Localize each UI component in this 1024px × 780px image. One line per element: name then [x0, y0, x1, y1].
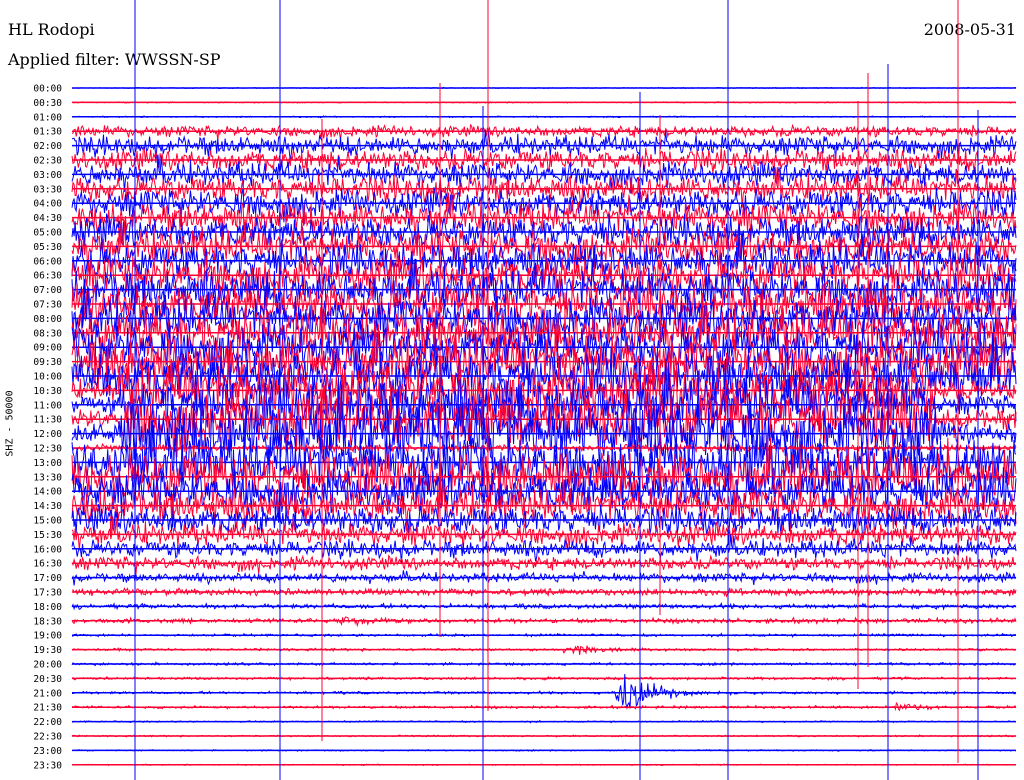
time-label: 00:30	[33, 98, 62, 109]
time-label: 06:00	[33, 256, 62, 267]
time-label: 21:00	[33, 688, 62, 699]
time-label: 19:30	[33, 645, 62, 656]
time-label: 04:30	[33, 213, 62, 224]
time-label: 21:30	[33, 703, 62, 714]
time-label: 02:00	[33, 141, 62, 152]
time-label: 04:00	[33, 199, 62, 210]
time-label: 20:30	[33, 674, 62, 685]
time-label: 06:30	[33, 271, 62, 282]
time-label: 17:00	[33, 573, 62, 584]
time-label: 08:00	[33, 314, 62, 325]
trace-line	[71, 123, 1017, 141]
time-label: 11:00	[33, 400, 62, 411]
time-label: 17:30	[33, 588, 62, 599]
time-label: 14:00	[33, 487, 62, 498]
time-label: 20:00	[33, 660, 62, 671]
time-label: 14:30	[33, 501, 62, 512]
time-label: 18:00	[33, 602, 62, 613]
time-label: 22:00	[33, 717, 62, 728]
time-label: 12:30	[33, 444, 62, 455]
trace-line	[71, 554, 1017, 575]
time-label: 05:00	[33, 228, 62, 239]
helicorder-plot: 00:00 00:30 01:00 01:30 02:00 02:30 03:00 03:30…	[33, 0, 1017, 780]
time-label: 19:00	[33, 631, 62, 642]
time-label: 01:30	[33, 127, 62, 138]
time-label: 16:00	[33, 544, 62, 555]
trace-rows	[71, 86, 1017, 767]
time-label: 09:00	[33, 343, 62, 354]
time-label: 16:30	[33, 559, 62, 570]
time-label: 23:30	[33, 760, 62, 771]
time-label: 10:00	[33, 372, 62, 383]
time-label: 08:30	[33, 328, 62, 339]
time-label: 02:30	[33, 156, 62, 167]
time-label: 11:30	[33, 415, 62, 426]
time-label: 12:00	[33, 429, 62, 440]
time-label: 00:00	[33, 84, 62, 95]
time-label: 18:30	[33, 616, 62, 627]
time-label: 05:30	[33, 242, 62, 253]
time-labels: 00:00 00:30 01:00 01:30 02:00 02:30 03:00 03:30…	[33, 84, 62, 772]
time-label: 03:00	[33, 170, 62, 181]
time-label: 10:30	[33, 386, 62, 397]
time-label: 07:30	[33, 300, 62, 311]
time-label: 23:00	[33, 746, 62, 757]
time-label: 03:30	[33, 184, 62, 195]
time-label: 15:00	[33, 516, 62, 527]
time-label: 13:00	[33, 458, 62, 469]
time-label: 13:30	[33, 472, 62, 483]
time-label: 01:00	[33, 112, 62, 123]
time-label: 15:30	[33, 530, 62, 541]
time-label: 22:30	[33, 732, 62, 743]
time-label: 09:30	[33, 357, 62, 368]
time-label: 07:00	[33, 285, 62, 296]
